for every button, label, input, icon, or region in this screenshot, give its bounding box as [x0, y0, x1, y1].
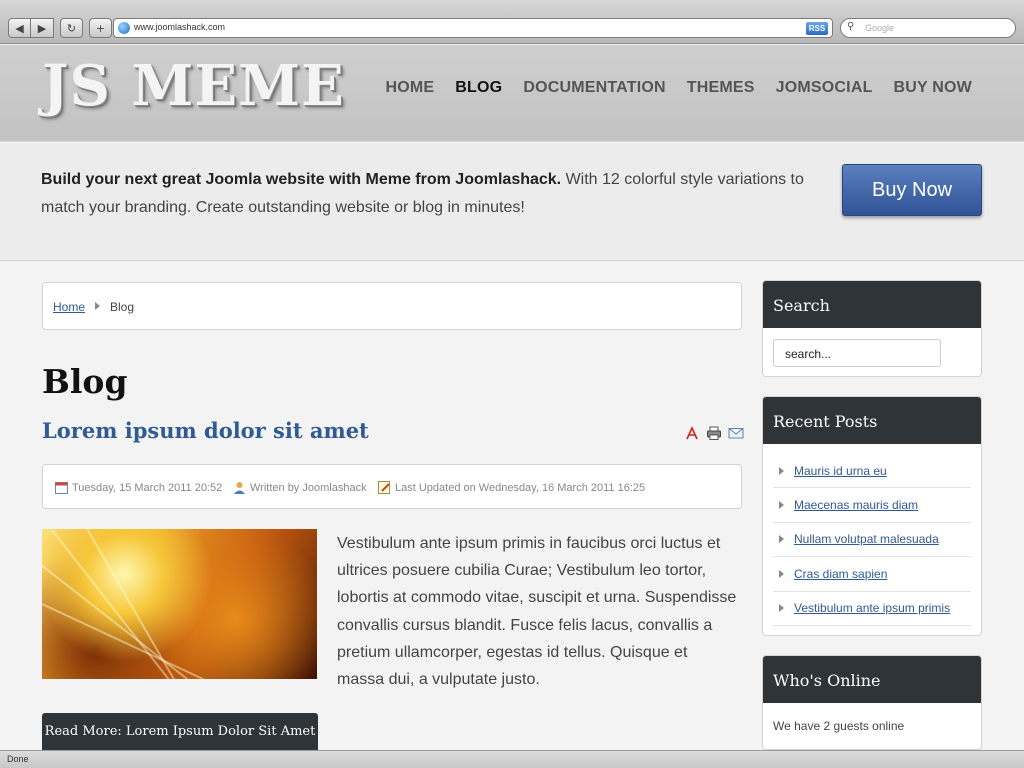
- recent-post-link[interactable]: Mauris id urna eu: [794, 464, 887, 478]
- recent-post-item: Cras diam sapien: [773, 557, 971, 592]
- browser-search-field[interactable]: ⚲ Google: [840, 18, 1016, 38]
- article-body: Vestibulum ante ipsum primis in faucibus…: [337, 535, 737, 689]
- whos-online-module: Who's Online We have 2 guests online: [762, 655, 982, 750]
- email-icon[interactable]: [728, 425, 744, 441]
- recent-post-link[interactable]: Cras diam sapien: [794, 567, 887, 581]
- whos-online-text: We have 2 guests online: [773, 719, 905, 733]
- recent-post-item: Mauris id urna eu: [773, 454, 971, 489]
- article-date-text: Tuesday, 15 March 2011 20:52: [72, 481, 223, 494]
- browser-status-bar: Done: [0, 750, 1024, 768]
- search-module-title: Search: [763, 281, 981, 328]
- site-header: JS MEME HOME BLOG DOCUMENTATION THEMES JOMSO…: [0, 45, 1024, 142]
- buy-now-button[interactable]: Buy Now: [842, 164, 982, 216]
- address-text: www.joomlashack.com: [134, 22, 226, 32]
- breadcrumb-current: Blog: [110, 300, 135, 314]
- back-button[interactable]: ◀: [8, 18, 31, 38]
- nav-blog[interactable]: BLOG: [455, 79, 502, 97]
- article-author-text: Written by Joomlashack: [250, 481, 367, 494]
- main-nav: HOME BLOG DOCUMENTATION THEMES JOMSOCIAL BUY …: [364, 79, 972, 97]
- add-bookmark-button[interactable]: +: [89, 18, 112, 38]
- article-tools: [684, 425, 744, 441]
- nav-jomsocial[interactable]: JOMSOCIAL: [776, 79, 873, 97]
- browser-nav-buttons: ◀ ▶ ↻ +: [8, 18, 112, 38]
- article-author: Written by Joomlashack: [233, 481, 367, 494]
- intro-text: Build your next great Joomla website wit…: [41, 166, 821, 222]
- read-more-button[interactable]: Read More: Lorem Ipsum Dolor Sit Amet: [42, 713, 318, 751]
- browser-toolbar: ◀ ▶ ↻ + www.joomlashack.com RSS ⚲ Google: [0, 0, 1024, 44]
- address-bar[interactable]: www.joomlashack.com RSS: [113, 18, 833, 38]
- arrow-right-icon: [779, 604, 784, 613]
- nav-buy-now[interactable]: BUY NOW: [894, 79, 972, 97]
- article-updated: Last Updated on Wednesday, 16 March 2011…: [378, 481, 645, 494]
- edit-icon: [378, 481, 390, 494]
- breadcrumb-home-link[interactable]: Home: [53, 300, 85, 314]
- arrow-right-icon: [779, 535, 784, 544]
- recent-post-item: Maecenas mauris diam: [773, 488, 971, 523]
- recent-posts-module: Recent Posts Mauris id urna eu Maecenas m…: [762, 396, 982, 636]
- recent-posts-title: Recent Posts: [763, 397, 981, 444]
- article-meta: Tuesday, 15 March 2011 20:52 Written by …: [42, 464, 742, 509]
- recent-post-link[interactable]: Maecenas mauris diam: [794, 498, 918, 512]
- intro-bold-text: Build your next great Joomla website wit…: [41, 171, 562, 188]
- search-icon: ⚲: [847, 21, 855, 32]
- search-module: Search search...: [762, 280, 982, 377]
- nav-documentation[interactable]: DOCUMENTATION: [523, 79, 665, 97]
- nav-home[interactable]: HOME: [385, 79, 434, 97]
- calendar-icon: [55, 482, 68, 494]
- arrow-right-icon: [779, 569, 784, 578]
- article-title[interactable]: Lorem ipsum dolor sit amet: [42, 418, 369, 443]
- breadcrumb-separator-icon: [95, 302, 100, 310]
- forward-button[interactable]: ▶: [31, 18, 54, 38]
- reload-button[interactable]: ↻: [60, 18, 83, 38]
- nav-themes[interactable]: THEMES: [687, 79, 755, 97]
- user-icon: [234, 482, 245, 494]
- search-input[interactable]: search...: [773, 339, 941, 367]
- whos-online-title: Who's Online: [763, 656, 981, 703]
- status-text: Done: [7, 754, 29, 764]
- article-image-highlights: [42, 529, 317, 679]
- recent-post-link[interactable]: Nullam volutpat malesuada: [794, 532, 939, 546]
- recent-post-link[interactable]: Vestibulum ante ipsum primis: [794, 601, 950, 615]
- pdf-icon[interactable]: [684, 425, 700, 441]
- breadcrumb: Home Blog: [42, 282, 742, 330]
- browser-search-placeholder: Google: [865, 23, 895, 33]
- print-icon[interactable]: [706, 425, 722, 441]
- globe-icon: [118, 22, 130, 34]
- recent-post-item: Nullam volutpat malesuada: [773, 523, 971, 558]
- arrow-right-icon: [779, 466, 784, 475]
- article-date: Tuesday, 15 March 2011 20:52: [55, 481, 222, 494]
- arrow-right-icon: [779, 501, 784, 510]
- recent-post-item: Vestibulum ante ipsum primis: [773, 592, 971, 626]
- site-logo[interactable]: JS MEME: [42, 53, 345, 119]
- page-title: Blog: [42, 362, 128, 401]
- rss-icon[interactable]: RSS: [806, 22, 828, 35]
- recent-posts-list: Mauris id urna eu Maecenas mauris diam Nul…: [763, 444, 981, 626]
- article-updated-text: Last Updated on Wednesday, 16 March 2011…: [395, 481, 646, 494]
